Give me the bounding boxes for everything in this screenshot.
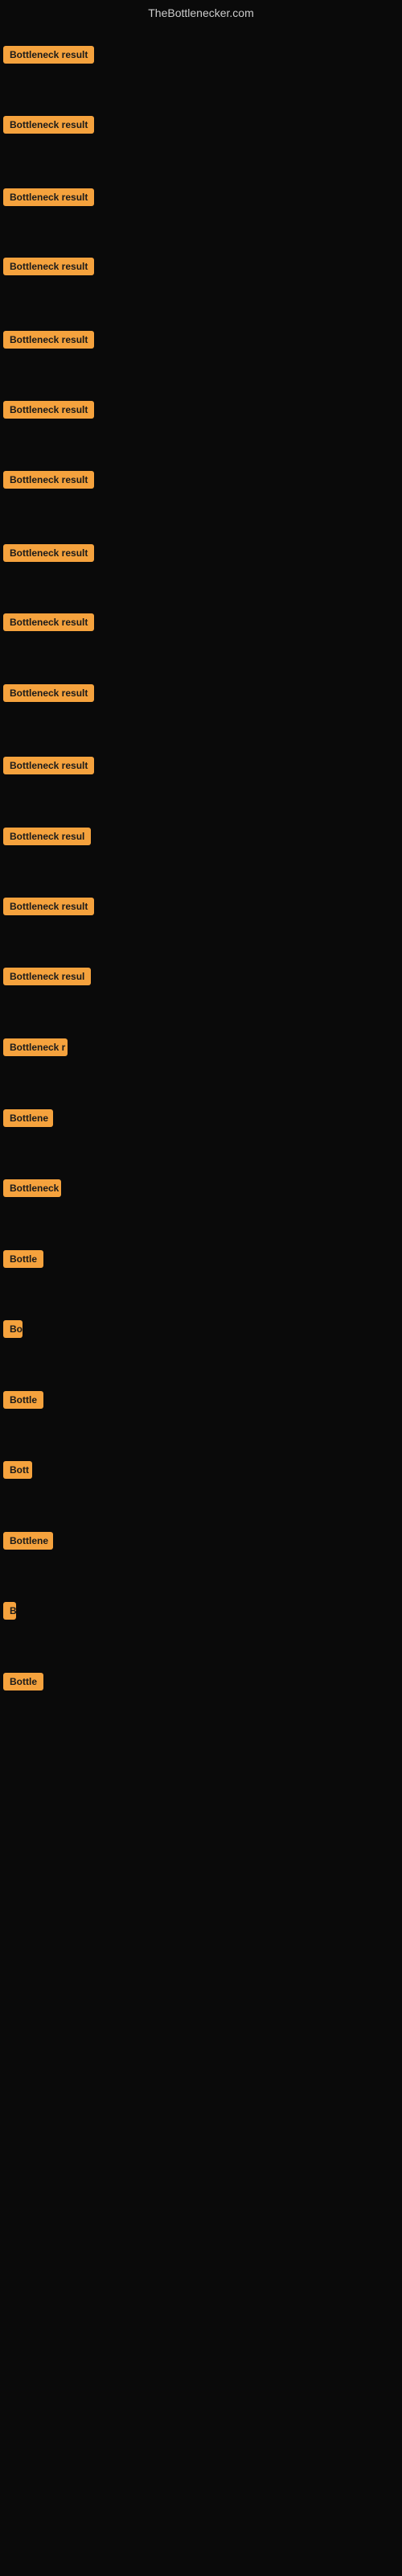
bottleneck-badge-19[interactable]: Bo	[3, 1320, 23, 1338]
results-container: Bottleneck result Bottleneck result Bottle…	[0, 24, 402, 2520]
bottleneck-result-4[interactable]: Bottleneck result	[3, 258, 94, 279]
site-title: TheBottlenecker.com	[0, 0, 402, 24]
bottleneck-badge-10[interactable]: Bottleneck result	[3, 684, 94, 702]
bottleneck-badge-1[interactable]: Bottleneck result	[3, 46, 94, 64]
bottleneck-result-7[interactable]: Bottleneck result	[3, 471, 94, 493]
bottleneck-badge-3[interactable]: Bottleneck result	[3, 188, 94, 206]
bottleneck-badge-18[interactable]: Bottle	[3, 1250, 43, 1268]
bottleneck-result-11[interactable]: Bottleneck result	[3, 757, 94, 778]
bottleneck-result-13[interactable]: Bottleneck result	[3, 898, 94, 919]
site-title-container: TheBottlenecker.com	[0, 0, 402, 24]
bottleneck-badge-22[interactable]: Bottlene	[3, 1532, 53, 1550]
bottleneck-badge-16[interactable]: Bottlene	[3, 1109, 53, 1127]
bottleneck-badge-14[interactable]: Bottleneck resul	[3, 968, 91, 985]
bottleneck-result-19[interactable]: Bo	[3, 1320, 23, 1342]
bottleneck-badge-5[interactable]: Bottleneck result	[3, 331, 94, 349]
bottleneck-badge-17[interactable]: Bottleneck	[3, 1179, 61, 1197]
bottleneck-result-5[interactable]: Bottleneck result	[3, 331, 94, 353]
bottleneck-result-16[interactable]: Bottlene	[3, 1109, 53, 1131]
bottleneck-badge-9[interactable]: Bottleneck result	[3, 613, 94, 631]
bottleneck-result-17[interactable]: Bottleneck	[3, 1179, 61, 1201]
bottleneck-badge-12[interactable]: Bottleneck resul	[3, 828, 91, 845]
bottleneck-result-8[interactable]: Bottleneck result	[3, 544, 94, 566]
bottleneck-result-12[interactable]: Bottleneck resul	[3, 828, 91, 849]
bottleneck-result-14[interactable]: Bottleneck resul	[3, 968, 91, 989]
bottleneck-result-6[interactable]: Bottleneck result	[3, 401, 94, 423]
bottleneck-badge-20[interactable]: Bottle	[3, 1391, 43, 1409]
bottleneck-result-21[interactable]: Bott	[3, 1461, 32, 1483]
bottleneck-result-18[interactable]: Bottle	[3, 1250, 43, 1272]
bottleneck-result-15[interactable]: Bottleneck r	[3, 1038, 68, 1060]
bottleneck-badge-21[interactable]: Bott	[3, 1461, 32, 1479]
bottleneck-badge-8[interactable]: Bottleneck result	[3, 544, 94, 562]
bottleneck-badge-7[interactable]: Bottleneck result	[3, 471, 94, 489]
bottleneck-result-24[interactable]: Bottle	[3, 1673, 43, 1695]
bottleneck-result-1[interactable]: Bottleneck result	[3, 46, 94, 68]
bottleneck-result-20[interactable]: Bottle	[3, 1391, 43, 1413]
bottleneck-result-23[interactable]: B	[3, 1602, 16, 1624]
bottleneck-badge-24[interactable]: Bottle	[3, 1673, 43, 1690]
bottleneck-badge-2[interactable]: Bottleneck result	[3, 116, 94, 134]
bottleneck-result-9[interactable]: Bottleneck result	[3, 613, 94, 635]
bottleneck-badge-4[interactable]: Bottleneck result	[3, 258, 94, 275]
bottleneck-result-2[interactable]: Bottleneck result	[3, 116, 94, 138]
bottleneck-result-3[interactable]: Bottleneck result	[3, 188, 94, 210]
bottleneck-badge-6[interactable]: Bottleneck result	[3, 401, 94, 419]
bottleneck-badge-11[interactable]: Bottleneck result	[3, 757, 94, 774]
bottleneck-result-22[interactable]: Bottlene	[3, 1532, 53, 1554]
bottleneck-badge-23[interactable]: B	[3, 1602, 16, 1620]
bottleneck-result-10[interactable]: Bottleneck result	[3, 684, 94, 706]
bottleneck-badge-15[interactable]: Bottleneck r	[3, 1038, 68, 1056]
bottleneck-badge-13[interactable]: Bottleneck result	[3, 898, 94, 915]
